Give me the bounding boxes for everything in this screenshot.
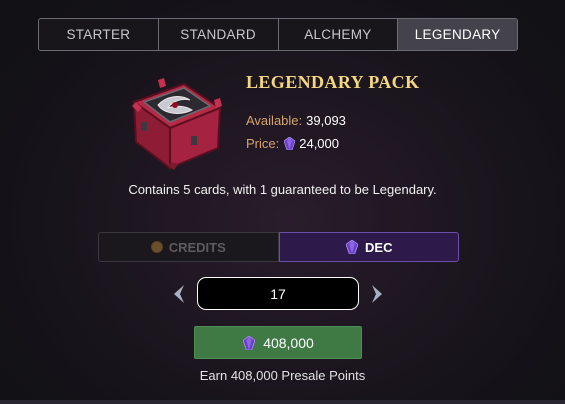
pack-title: LEGENDARY PACK xyxy=(246,72,420,92)
presale-points-text: Earn 408,000 Presale Points xyxy=(199,368,366,383)
credits-label: CREDITS xyxy=(168,239,226,255)
tab-standard[interactable]: STANDARD xyxy=(157,19,278,50)
dec-gem-icon xyxy=(346,240,359,254)
bottom-divider xyxy=(0,400,565,404)
price-label: Price: xyxy=(246,136,280,151)
purchase-total: 408,000 xyxy=(263,334,314,351)
dec-label: DEC xyxy=(365,239,393,255)
available-row: Available: 39,093 xyxy=(246,113,346,128)
increase-quantity-arrow-icon[interactable] xyxy=(370,283,386,305)
purchase-button[interactable]: 408,000 xyxy=(194,326,362,359)
dec-gem-icon xyxy=(243,335,256,350)
currency-selector: CREDITS DEC xyxy=(98,232,459,262)
quantity-input[interactable] xyxy=(197,277,359,310)
credits-currency-button[interactable]: CREDITS xyxy=(98,232,279,262)
price-value: 24,000 xyxy=(299,136,339,151)
legendary-pack-chest-icon xyxy=(131,78,223,171)
tab-legendary[interactable]: LEGENDARY xyxy=(397,19,517,50)
dec-currency-button[interactable]: DEC xyxy=(278,232,459,262)
available-value: 39,093 xyxy=(306,113,346,128)
credits-coin-icon xyxy=(150,241,163,253)
tab-starter[interactable]: STARTER xyxy=(39,19,158,50)
pack-description: Contains 5 cards, with 1 guaranteed to b… xyxy=(128,182,437,197)
pack-type-tabs: STARTER STANDARD ALCHEMY LEGENDARY xyxy=(38,18,518,51)
decrease-quantity-arrow-icon[interactable] xyxy=(170,283,186,305)
available-label: Available: xyxy=(246,113,303,128)
price-row: Price: 24,000 xyxy=(246,136,339,151)
tab-alchemy[interactable]: ALCHEMY xyxy=(277,19,398,50)
dec-gem-icon xyxy=(284,137,296,150)
